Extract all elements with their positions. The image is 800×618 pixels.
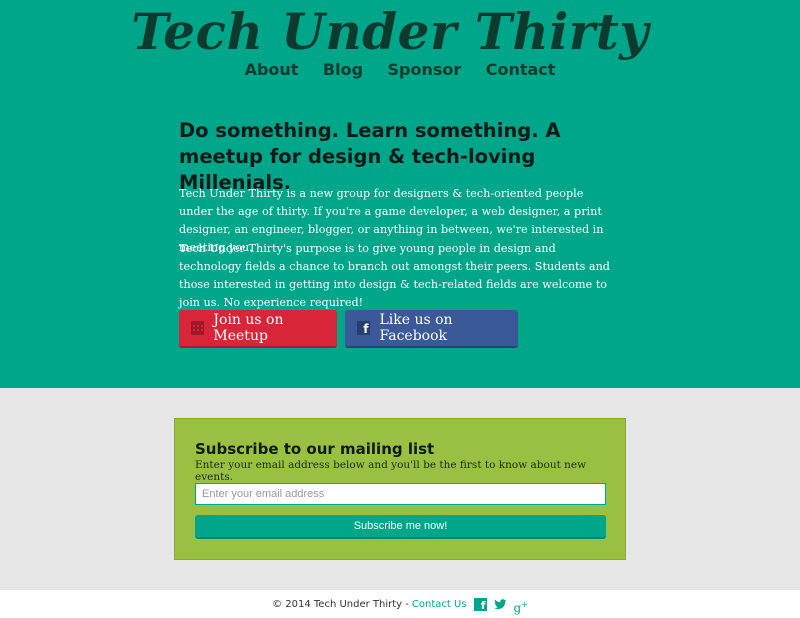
subscribe-title: Subscribe to our mailing list — [195, 440, 435, 458]
facebook-icon: f — [357, 321, 371, 335]
nav-link-contact[interactable]: Contact — [486, 60, 556, 79]
nav-link-about[interactable]: About — [245, 60, 299, 79]
main-nav: About Blog Sponsor Contact — [0, 60, 800, 80]
facebook-icon[interactable]: f — [473, 597, 487, 611]
like-facebook-button[interactable]: f Like us on Facebook — [345, 310, 518, 348]
calendar-icon — [191, 321, 205, 335]
subscribe-description: Enter your email address below and you'l… — [195, 459, 587, 483]
join-meetup-label: Join us on Meetup — [213, 312, 284, 344]
purpose-paragraph: Tech Under Thirty's purpose is to give y… — [179, 242, 610, 309]
twitter-icon[interactable] — [493, 598, 507, 611]
subscribe-button[interactable]: Subscribe me now! — [195, 515, 606, 539]
copyright-text: © 2014 Tech Under Thirty - — [272, 598, 409, 610]
like-facebook-label: Like us on Facebook — [379, 312, 453, 344]
email-field[interactable] — [195, 483, 606, 505]
google-plus-icon[interactable]: g+ — [514, 598, 528, 615]
hero-section: Tech Under Thirty About Blog Sponsor Con… — [0, 0, 800, 388]
site-footer: © 2014 Tech Under Thirty - Contact Us f … — [0, 590, 800, 618]
subscribe-panel: Subscribe to our mailing list Enter your… — [174, 418, 626, 560]
nav-link-sponsor[interactable]: Sponsor — [387, 60, 461, 79]
join-meetup-button[interactable]: Join us on Meetup — [179, 310, 337, 348]
site-logo[interactable]: Tech Under Thirty — [0, 2, 790, 61]
nav-link-blog[interactable]: Blog — [323, 60, 363, 79]
contact-us-link[interactable]: Contact Us — [412, 599, 467, 610]
